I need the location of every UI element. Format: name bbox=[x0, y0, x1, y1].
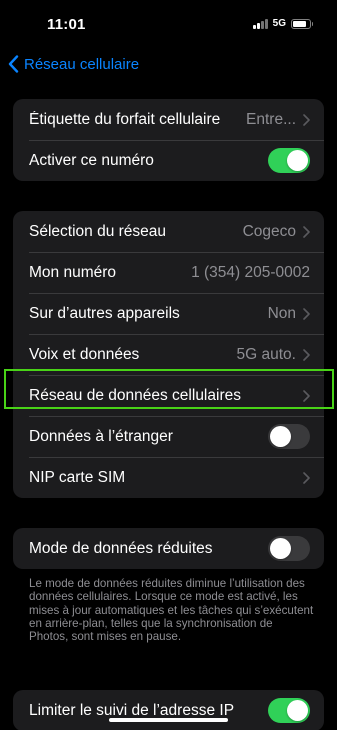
toggle-knob bbox=[287, 700, 308, 721]
my-number-label: Mon numéro bbox=[29, 263, 117, 281]
plan-label-value: Entre... bbox=[246, 110, 296, 128]
low-data-toggle[interactable] bbox=[268, 536, 310, 561]
voice-data-value: 5G auto. bbox=[236, 345, 296, 363]
cellular-data-network-row[interactable]: Réseau de données cellulaires bbox=[13, 375, 324, 416]
back-button-label: Réseau cellulaire bbox=[24, 55, 140, 73]
chevron-right-icon bbox=[303, 389, 310, 402]
chevron-left-icon bbox=[8, 55, 19, 73]
activate-number-row: Activer ce numéro bbox=[13, 140, 324, 181]
other-devices-row[interactable]: Sur d’autres appareils Non bbox=[13, 293, 324, 334]
chevron-right-icon bbox=[303, 113, 310, 126]
my-number-row[interactable]: Mon numéro 1 (354) 205-0002 bbox=[13, 252, 324, 293]
roaming-label: Données à l’étranger bbox=[29, 427, 173, 445]
other-devices-label: Sur d’autres appareils bbox=[29, 304, 180, 322]
network-group: Sélection du réseau Cogeco Mon numéro 1 … bbox=[13, 211, 324, 498]
chevron-right-icon bbox=[303, 225, 310, 238]
status-bar: 11:01 5G bbox=[0, 0, 337, 50]
plan-label-row[interactable]: Étiquette du forfait cellulaire Entre... bbox=[13, 99, 324, 140]
chevron-right-icon bbox=[303, 307, 310, 320]
sim-pin-row[interactable]: NIP carte SIM bbox=[13, 457, 324, 498]
back-button[interactable]: Réseau cellulaire bbox=[8, 52, 139, 76]
home-indicator[interactable] bbox=[109, 718, 228, 722]
chevron-right-icon bbox=[303, 348, 310, 361]
roaming-toggle[interactable] bbox=[268, 424, 310, 449]
limit-ip-toggle[interactable] bbox=[268, 698, 310, 723]
low-data-row: Mode de données réduites bbox=[13, 528, 324, 569]
sim-pin-label: NIP carte SIM bbox=[29, 468, 126, 486]
cellular-data-network-label: Réseau de données cellulaires bbox=[29, 386, 241, 404]
activate-number-toggle[interactable] bbox=[268, 148, 310, 173]
toggle-knob bbox=[270, 538, 291, 559]
network-selection-value: Cogeco bbox=[242, 222, 296, 240]
plan-label-label: Étiquette du forfait cellulaire bbox=[29, 110, 221, 128]
voice-data-label: Voix et données bbox=[29, 345, 140, 363]
network-type-label: 5G bbox=[272, 18, 286, 29]
low-data-footer: Le mode de données réduites diminue l’ut… bbox=[29, 577, 314, 644]
status-time: 11:01 bbox=[47, 16, 86, 33]
toggle-knob bbox=[270, 426, 291, 447]
other-devices-value: Non bbox=[267, 304, 296, 322]
activate-number-label: Activer ce numéro bbox=[29, 151, 154, 169]
voice-data-row[interactable]: Voix et données 5G auto. bbox=[13, 334, 324, 375]
toggle-knob bbox=[287, 150, 308, 171]
limit-ip-label: Limiter le suivi de l’adresse IP bbox=[29, 701, 235, 719]
plan-group: Étiquette du forfait cellulaire Entre...… bbox=[13, 99, 324, 181]
limit-ip-row: Limiter le suivi de l’adresse IP bbox=[13, 690, 324, 730]
limit-ip-group: Limiter le suivi de l’adresse IP bbox=[13, 690, 324, 730]
my-number-value: 1 (354) 205-0002 bbox=[191, 263, 310, 281]
roaming-row: Données à l’étranger bbox=[13, 416, 324, 457]
low-data-group: Mode de données réduites bbox=[13, 528, 324, 569]
low-data-label: Mode de données réduites bbox=[29, 539, 213, 557]
network-selection-row[interactable]: Sélection du réseau Cogeco bbox=[13, 211, 324, 252]
status-icons: 5G bbox=[253, 18, 313, 29]
cellular-signal-icon bbox=[253, 18, 268, 29]
network-selection-label: Sélection du réseau bbox=[29, 222, 167, 240]
chevron-right-icon bbox=[303, 471, 310, 484]
battery-icon bbox=[291, 18, 313, 29]
